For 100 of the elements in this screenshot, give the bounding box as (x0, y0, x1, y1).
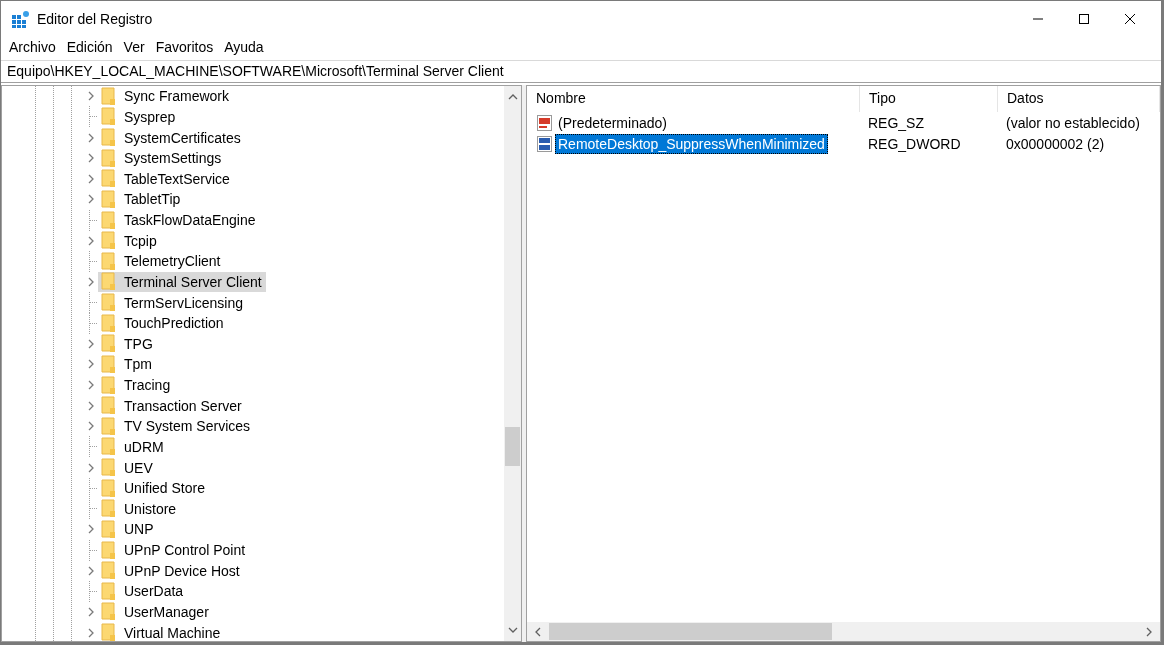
menu-item[interactable]: Edición (60, 39, 119, 55)
tree-item[interactable]: UNP (98, 519, 158, 540)
tree-item[interactable]: TelemetryClient (98, 251, 225, 272)
tree-item[interactable]: Sysprep (98, 106, 180, 127)
table-cell-text: (valor no establecido) (1005, 114, 1141, 131)
column-header[interactable]: Nombre (527, 86, 860, 112)
folder-icon (101, 499, 116, 519)
table-cell-text: REG_SZ (867, 114, 925, 131)
folder-icon (101, 354, 116, 374)
chevron-icon[interactable] (87, 153, 95, 164)
folder-icon (101, 251, 116, 271)
tree-item[interactable]: Transaction Server (98, 395, 246, 416)
folder-icon (101, 169, 116, 189)
chevron-icon[interactable] (87, 400, 95, 411)
maximize-icon[interactable] (1078, 12, 1090, 25)
chevron-icon[interactable] (87, 91, 95, 102)
tree-item[interactable]: Unified Store (98, 478, 209, 499)
tree-item[interactable]: TV System Services (98, 416, 255, 437)
menu-item[interactable]: Favoritos (149, 39, 220, 55)
folder-icon (101, 396, 116, 416)
folder-icon (101, 375, 116, 395)
caret-up-icon[interactable] (507, 93, 518, 101)
tree-item[interactable]: uDRM (98, 436, 168, 457)
folder-icon (101, 128, 116, 148)
folder-icon (101, 540, 116, 560)
chevron-icon[interactable] (87, 276, 95, 287)
registry-editor-icon (11, 9, 29, 28)
tree-item[interactable]: Tpm (98, 354, 156, 375)
address-field[interactable]: Equipo\HKEY_LOCAL_MACHINE\SOFTWARE\Microsoft\Terminal Server Client (1, 60, 1161, 83)
value-name[interactable]: (Predeterminado) (555, 112, 670, 133)
tree-item[interactable]: TabletTip (98, 189, 185, 210)
chevron-icon[interactable] (87, 359, 95, 370)
scrollbar-thumb[interactable] (505, 427, 520, 466)
chevron-icon[interactable] (87, 194, 95, 205)
folder-icon (101, 623, 116, 641)
tree-item[interactable]: Sync Framework (98, 86, 234, 107)
chevron-icon[interactable] (87, 462, 95, 473)
folder-icon (101, 416, 116, 436)
tree-item[interactable]: UserData (98, 581, 188, 602)
folder-icon (101, 478, 116, 498)
column-header[interactable]: Tipo (860, 86, 998, 112)
tree-item[interactable]: UPnP Device Host (98, 560, 244, 581)
menu-item[interactable]: Ver (117, 39, 151, 55)
chevron-icon[interactable] (87, 421, 95, 432)
tree-item[interactable]: TermServLicensing (98, 292, 248, 313)
column-header[interactable]: Datos (998, 86, 1160, 112)
folder-icon (101, 272, 116, 292)
menu-item[interactable]: Ayuda (218, 39, 270, 55)
folder-icon (101, 231, 116, 251)
tree-item[interactable]: SystemSettings (98, 148, 226, 169)
tree-item[interactable]: UserManager (98, 601, 213, 622)
string-value-icon (536, 113, 553, 132)
value-name[interactable]: RemoteDesktop_SuppressWhenMinimized (555, 134, 828, 155)
caret-down-icon[interactable] (507, 626, 518, 634)
tree-item[interactable]: TouchPrediction (98, 313, 228, 334)
folder-icon (101, 581, 116, 601)
folder-icon (101, 86, 116, 106)
menu-item[interactable]: Archivo (3, 39, 62, 55)
tree-item[interactable]: Virtual Machine (98, 622, 225, 641)
tree-item[interactable]: Tcpip (98, 230, 161, 251)
folder-icon (101, 148, 116, 168)
folder-icon (101, 313, 116, 333)
tree-item[interactable]: Terminal Server Client (98, 271, 266, 292)
caret-left-icon[interactable] (534, 626, 542, 637)
tree-item[interactable]: SystemCertificates (98, 127, 245, 148)
chevron-icon[interactable] (87, 524, 95, 535)
folder-icon (101, 561, 116, 581)
scrollbar-thumb[interactable] (549, 623, 832, 640)
close-icon[interactable] (1124, 12, 1136, 25)
vertical-scrollbar[interactable] (504, 86, 521, 641)
table-cell-text: REG_DWORD (867, 136, 962, 153)
chevron-icon[interactable] (87, 565, 95, 576)
window-title: Editor del Registro (37, 10, 153, 27)
binary-value-icon (536, 135, 553, 154)
tree-item[interactable]: Unistore (98, 498, 181, 519)
chevron-icon[interactable] (87, 235, 95, 246)
folder-icon (101, 107, 116, 127)
folder-icon (101, 189, 116, 209)
folder-icon (101, 458, 116, 478)
tree-item[interactable]: Tracing (98, 375, 175, 396)
table-cell-text: 0x00000002 (2) (1005, 136, 1106, 153)
chevron-icon[interactable] (87, 380, 95, 391)
folder-icon (101, 293, 116, 313)
folder-icon (101, 210, 116, 230)
chevron-icon[interactable] (87, 606, 95, 617)
folder-icon (101, 519, 116, 539)
folder-icon (101, 602, 116, 622)
tree-item[interactable]: UPnP Control Point (98, 540, 250, 561)
chevron-icon[interactable] (87, 627, 95, 638)
horizontal-scrollbar[interactable] (527, 622, 1160, 641)
tree-item[interactable]: TableTextService (98, 168, 234, 189)
folder-icon (101, 334, 116, 354)
tree-item[interactable]: TaskFlowDataEngine (98, 210, 260, 231)
caret-right-icon[interactable] (1145, 626, 1153, 637)
chevron-icon[interactable] (87, 173, 95, 184)
tree-item[interactable]: UEV (98, 457, 157, 478)
chevron-icon[interactable] (87, 338, 95, 349)
tree-item[interactable]: TPG (98, 333, 157, 354)
chevron-icon[interactable] (87, 132, 95, 143)
folder-icon (101, 437, 116, 457)
